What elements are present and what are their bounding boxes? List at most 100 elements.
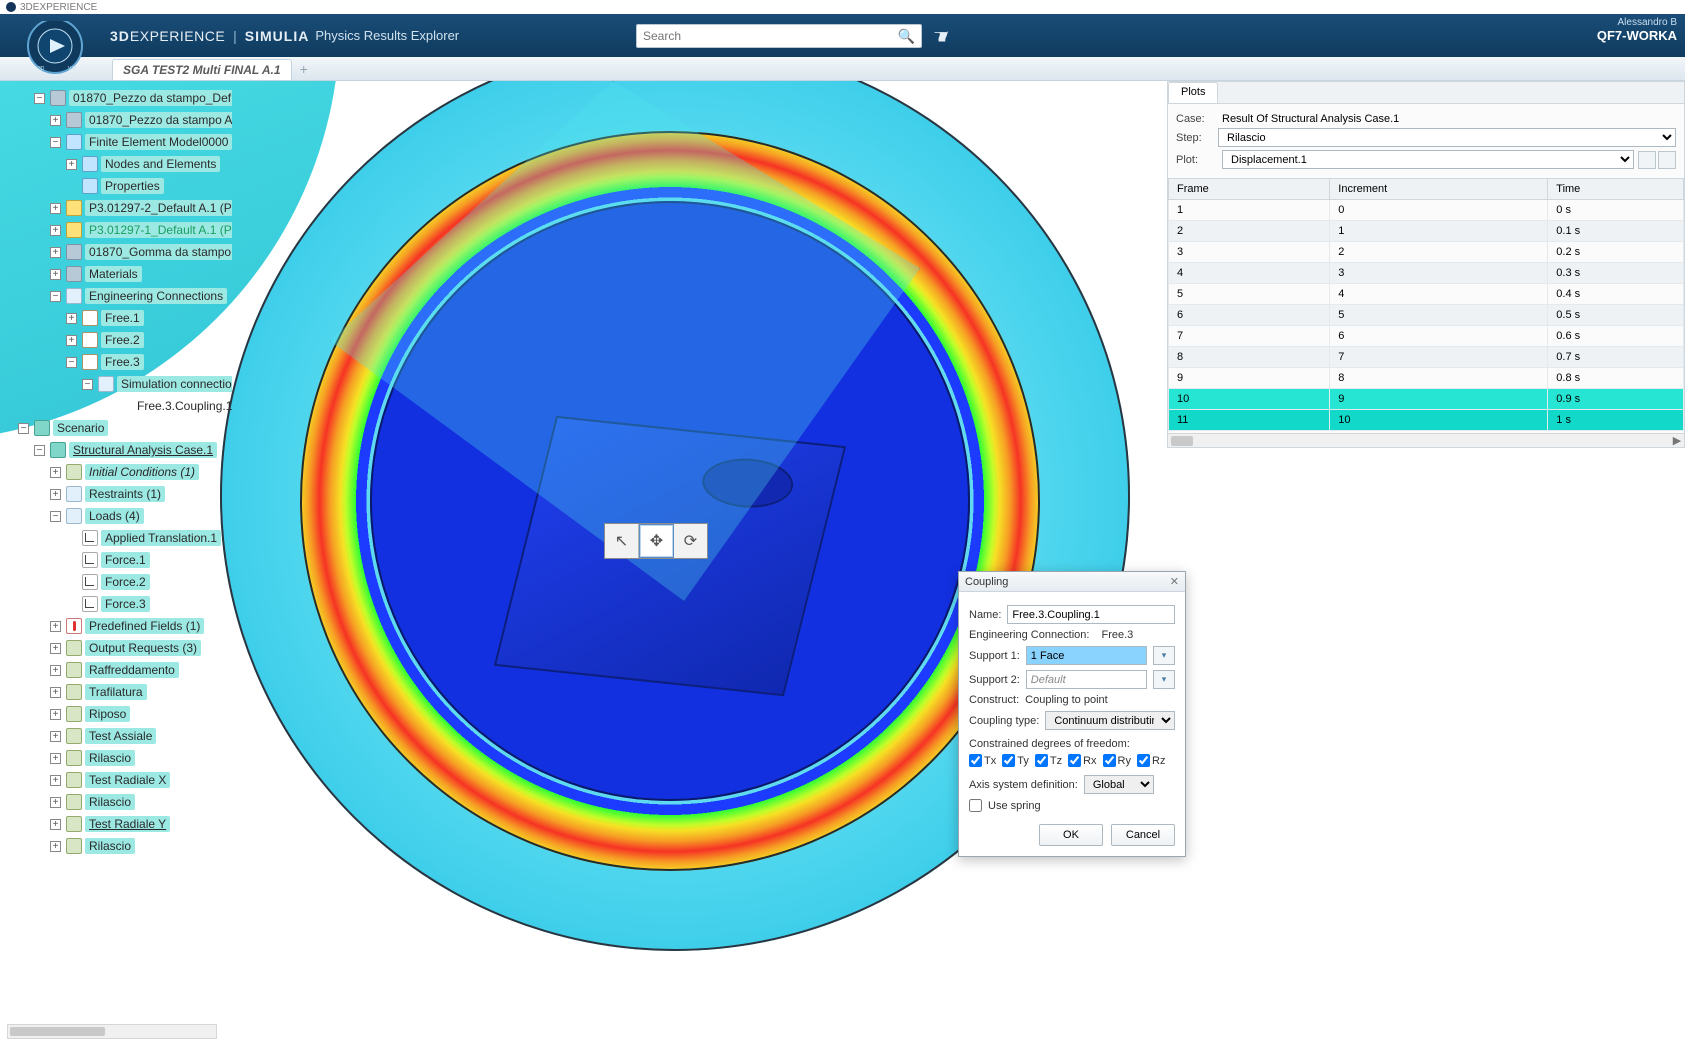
- tree-node[interactable]: −Free.3: [0, 351, 230, 373]
- expand-icon[interactable]: +: [50, 467, 61, 478]
- collapse-icon[interactable]: −: [66, 357, 77, 368]
- dof-ty[interactable]: Ty: [1002, 754, 1029, 767]
- collapse-icon[interactable]: −: [50, 137, 61, 148]
- table-row[interactable]: 870.7 s: [1169, 347, 1684, 368]
- step-select[interactable]: Rilascio: [1218, 128, 1676, 147]
- expand-icon[interactable]: +: [50, 489, 61, 500]
- expand-icon[interactable]: +: [50, 247, 61, 258]
- tree-node[interactable]: +Trafilatura: [0, 681, 230, 703]
- dof-rz-checkbox[interactable]: [1137, 754, 1150, 767]
- dof-ry[interactable]: Ry: [1103, 754, 1131, 767]
- tree-node[interactable]: +Restraints (1): [0, 483, 230, 505]
- axis-select[interactable]: Global: [1084, 775, 1154, 794]
- ok-button[interactable]: OK: [1039, 824, 1103, 846]
- expand-icon[interactable]: +: [50, 643, 61, 654]
- expand-icon[interactable]: +: [50, 203, 61, 214]
- table-row[interactable]: 1090.9 s: [1169, 389, 1684, 410]
- col-time[interactable]: Time: [1548, 179, 1684, 200]
- expand-icon[interactable]: +: [50, 621, 61, 632]
- tree-node[interactable]: +Raffreddamento: [0, 659, 230, 681]
- tree-node[interactable]: −Finite Element Model0000: [0, 131, 230, 153]
- expand-icon[interactable]: +: [50, 753, 61, 764]
- expand-icon[interactable]: +: [66, 313, 77, 324]
- expand-icon[interactable]: +: [50, 841, 61, 852]
- table-row[interactable]: 11101 s: [1169, 410, 1684, 431]
- tree-node[interactable]: +Rilascio: [0, 747, 230, 769]
- col-increment[interactable]: Increment: [1330, 179, 1548, 200]
- expand-icon[interactable]: +: [50, 665, 61, 676]
- tree-node[interactable]: Force.3: [0, 593, 230, 615]
- tree-node[interactable]: Applied Translation.1: [0, 527, 230, 549]
- tree-node[interactable]: +Test Assiale: [0, 725, 230, 747]
- plots-scrollbar[interactable]: ◀ ▶: [1168, 433, 1684, 447]
- dof-ty-checkbox[interactable]: [1002, 754, 1015, 767]
- table-row[interactable]: 320.2 s: [1169, 242, 1684, 263]
- table-row[interactable]: 430.3 s: [1169, 263, 1684, 284]
- tree-node[interactable]: +Materials: [0, 263, 230, 285]
- dof-tx[interactable]: Tx: [969, 754, 996, 767]
- use-spring-checkbox[interactable]: [969, 799, 982, 812]
- collapse-icon[interactable]: −: [50, 511, 61, 522]
- table-row[interactable]: 760.6 s: [1169, 326, 1684, 347]
- expand-icon[interactable]: +: [50, 225, 61, 236]
- tag-icon[interactable]: ⚑: [930, 28, 951, 44]
- table-row[interactable]: 980.8 s: [1169, 368, 1684, 389]
- dof-tz[interactable]: Tz: [1035, 754, 1062, 767]
- expand-icon[interactable]: +: [66, 159, 77, 170]
- tree-node[interactable]: −Scenario: [0, 417, 230, 439]
- tree-scrollbar[interactable]: [7, 1024, 217, 1039]
- cancel-button[interactable]: Cancel: [1111, 824, 1175, 846]
- tree-node[interactable]: +Free.1: [0, 307, 230, 329]
- tree-node[interactable]: +Predefined Fields (1): [0, 615, 230, 637]
- collapse-icon[interactable]: −: [18, 423, 29, 434]
- pan-tool-icon[interactable]: ✥: [639, 524, 674, 558]
- coupling-type-select[interactable]: Continuum distributing: [1045, 711, 1175, 730]
- collapse-icon[interactable]: −: [34, 93, 45, 104]
- select-tool-icon[interactable]: ↖: [605, 524, 639, 558]
- support1-dropdown-icon[interactable]: ▾: [1153, 646, 1175, 665]
- dof-tz-checkbox[interactable]: [1035, 754, 1048, 767]
- tree-node[interactable]: +Rilascio: [0, 835, 230, 857]
- expand-icon[interactable]: +: [50, 709, 61, 720]
- expand-icon[interactable]: +: [50, 797, 61, 808]
- support1-field[interactable]: [1026, 646, 1147, 665]
- tree-node[interactable]: +Test Radiale Y: [0, 813, 230, 835]
- search-box[interactable]: 🔍: [636, 24, 922, 48]
- support2-dropdown-icon[interactable]: ▾: [1153, 670, 1175, 689]
- tree-node[interactable]: −01870_Pezzo da stampo_Def: [0, 87, 230, 109]
- tree-node[interactable]: +01870_Gomma da stampo: [0, 241, 230, 263]
- tree-node[interactable]: +Riposo: [0, 703, 230, 725]
- rotate-tool-icon[interactable]: ⟳: [674, 524, 707, 558]
- plot-select[interactable]: Displacement.1: [1222, 150, 1634, 169]
- tree-node[interactable]: −Structural Analysis Case.1: [0, 439, 230, 461]
- tree-node[interactable]: +P3.01297-2_Default A.1 (P: [0, 197, 230, 219]
- document-tab[interactable]: SGA TEST2 Multi FINAL A.1: [112, 59, 292, 80]
- dof-rx-checkbox[interactable]: [1068, 754, 1081, 767]
- plot-options-icon[interactable]: [1638, 151, 1656, 169]
- search-input[interactable]: [643, 29, 898, 43]
- support2-field[interactable]: [1026, 670, 1147, 689]
- tree-node[interactable]: +Rilascio: [0, 791, 230, 813]
- plot-refresh-icon[interactable]: [1658, 151, 1676, 169]
- tree-node[interactable]: +Output Requests (3): [0, 637, 230, 659]
- compass-icon[interactable]: 3D V.R: [10, 21, 100, 81]
- expand-icon[interactable]: +: [66, 335, 77, 346]
- tree-node[interactable]: −Engineering Connections: [0, 285, 230, 307]
- collapse-icon[interactable]: −: [50, 291, 61, 302]
- tree-node[interactable]: +Free.2: [0, 329, 230, 351]
- new-tab-button[interactable]: +: [294, 58, 314, 80]
- collapse-icon[interactable]: −: [34, 445, 45, 456]
- collapse-icon[interactable]: −: [82, 379, 93, 390]
- spec-tree[interactable]: −01870_Pezzo da stampo_Def+01870_Pezzo d…: [0, 81, 230, 857]
- tree-node[interactable]: +Nodes and Elements: [0, 153, 230, 175]
- dof-rz[interactable]: Rz: [1137, 754, 1165, 767]
- expand-icon[interactable]: +: [50, 115, 61, 126]
- table-row[interactable]: 650.5 s: [1169, 305, 1684, 326]
- tree-node[interactable]: +01870_Pezzo da stampo A: [0, 109, 230, 131]
- tree-node[interactable]: −Loads (4): [0, 505, 230, 527]
- dof-tx-checkbox[interactable]: [969, 754, 982, 767]
- dialog-titlebar[interactable]: Coupling ✕: [959, 572, 1185, 592]
- dof-rx[interactable]: Rx: [1068, 754, 1096, 767]
- tree-node[interactable]: Force.1: [0, 549, 230, 571]
- tree-node[interactable]: +P3.01297-1_Default A.1 (P: [0, 219, 230, 241]
